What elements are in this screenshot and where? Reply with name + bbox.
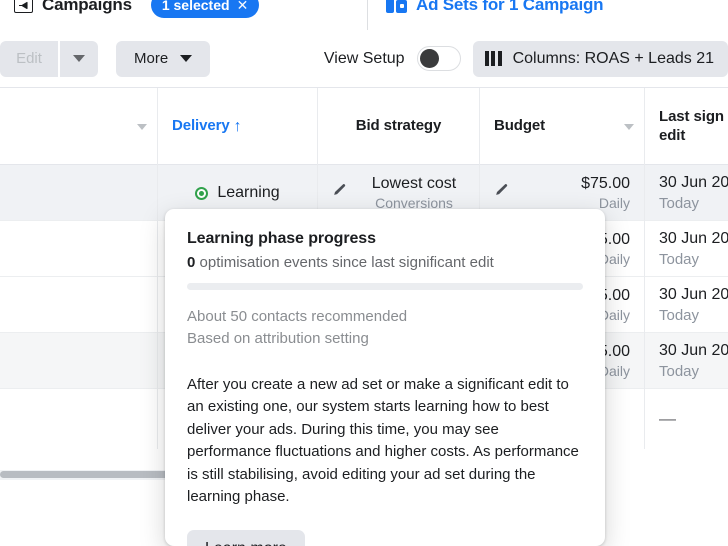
delivery-status-label: Learning	[217, 184, 280, 201]
tooltip-body: After you create a new ad set or make a …	[187, 375, 579, 506]
cell-ad-set-name[interactable]: t Int	[0, 277, 158, 333]
tooltip-events-line: 0 optimisation events since last signifi…	[187, 254, 583, 271]
columns-button[interactable]: Columns: ROAS + Leads 21	[472, 40, 728, 77]
cell-last-significant-edit: 30 Jun 20 Today	[645, 277, 728, 333]
last-edit-date: 30 Jun 20	[659, 174, 728, 191]
column-header-delivery-label: Delivery	[172, 117, 230, 135]
toolbar: Edit More View Setup Columns: ROAS + Lea…	[0, 30, 728, 88]
learning-phase-tooltip: Learning phase progress 0 optimisation e…	[165, 209, 605, 546]
tab-adsets[interactable]: Ad Sets for 1 Campaign	[372, 0, 728, 30]
last-edit-date: 30 Jun 20	[659, 230, 728, 247]
row-actions[interactable]: it ( Duplicate	[0, 195, 143, 213]
ad-set-name-link[interactable]: d Int	[0, 173, 143, 193]
learn-more-button[interactable]: Learn more	[187, 529, 305, 546]
status-learning-icon	[195, 186, 209, 200]
pencil-icon[interactable]	[494, 183, 509, 203]
columns-button-label: Columns: ROAS + Leads 21	[512, 49, 714, 67]
column-header-bid-strategy[interactable]: Bid strategy	[318, 88, 480, 165]
budget-values: $75.00 Daily	[581, 175, 630, 211]
column-header-name[interactable]	[0, 88, 158, 165]
chevron-down-icon	[73, 55, 85, 62]
ad-set-name-link[interactable]: ked Int	[0, 352, 143, 370]
cell-last-significant-edit: —	[645, 389, 728, 449]
cell-ad-set-name[interactable]	[0, 221, 158, 277]
close-icon[interactable]: ✕	[237, 0, 249, 12]
table-header-row: Delivery ↑ Bid strategy Budget Last sign…	[0, 88, 728, 165]
last-edit-relative: Today	[659, 195, 700, 212]
cell-last-significant-edit: 30 Jun 20 Today	[645, 333, 728, 389]
tab-adsets-label: Ad Sets for 1 Campaign	[416, 0, 604, 14]
last-edit-relative: Today	[659, 307, 700, 324]
bid-strategy-value: Lowest cost	[371, 175, 457, 192]
last-edit-relative: Today	[659, 251, 700, 268]
chevron-down-icon[interactable]	[137, 123, 147, 130]
learning-progress-bar	[187, 283, 583, 290]
tooltip-note-line1: About 50 contacts recommended	[187, 308, 408, 325]
cell-last-significant-edit: 30 Jun 20 Today	[645, 165, 728, 221]
view-setup-toggle[interactable]	[416, 46, 461, 71]
cell-last-significant-edit: 30 Jun 20 Today	[645, 221, 728, 277]
tooltip-title: Learning phase progress	[187, 230, 376, 247]
selected-count-pill[interactable]: 1 selected ✕	[150, 0, 260, 18]
tab-strip: Campaigns 1 selected ✕ Ad Sets for 1 Cam…	[0, 0, 728, 30]
more-button-label: More	[134, 50, 169, 67]
campaign-icon	[14, 0, 33, 13]
column-header-budget-label: Budget	[494, 117, 546, 135]
empty-value-dash: —	[659, 409, 676, 428]
optimisation-events-text: optimisation events since last significa…	[195, 254, 494, 271]
cell-ad-set-name[interactable]: ked Int	[0, 333, 158, 389]
ad-set-name-link[interactable]: t Int	[0, 296, 143, 314]
adset-icon	[386, 0, 407, 13]
column-header-delivery[interactable]: Delivery ↑	[158, 88, 318, 165]
tooltip-note-line2: Based on attribution setting	[187, 329, 369, 347]
last-edit-date: 30 Jun 20	[659, 342, 728, 359]
tab-campaigns-label: Campaigns	[42, 0, 132, 14]
cell-ad-set-name	[0, 389, 158, 449]
chevron-down-icon	[180, 55, 193, 62]
tooltip-note: About 50 contacts recommended Based on a…	[187, 306, 583, 350]
more-button[interactable]: More	[116, 40, 211, 77]
budget-amount: $75.00	[581, 175, 630, 192]
cell-ad-set-name[interactable]: d Int it (	[0, 165, 158, 221]
column-header-budget[interactable]: Budget	[480, 88, 645, 165]
column-header-last-significant-edit[interactable]: Last sign edit	[645, 88, 728, 165]
view-setup-control[interactable]: View Setup	[324, 46, 461, 71]
tab-campaigns[interactable]: Campaigns 1 selected ✕	[0, 0, 368, 30]
ads-manager-screen: Campaigns 1 selected ✕ Ad Sets for 1 Cam…	[0, 0, 728, 546]
chevron-down-icon[interactable]	[624, 123, 634, 130]
columns-icon	[484, 51, 502, 66]
budget-inner: $75.00 Daily	[494, 175, 630, 211]
last-edit-date: 30 Jun 20	[659, 286, 728, 303]
selected-count-label: 1 selected	[161, 0, 230, 13]
toggle-knob	[419, 49, 439, 68]
view-setup-label: View Setup	[323, 49, 405, 67]
column-header-last-significant-edit-label: Last sign edit	[659, 107, 724, 144]
pencil-icon[interactable]	[332, 183, 347, 203]
bid-strategy-values: Lowest cost Conversions	[363, 175, 465, 211]
sort-ascending-icon: ↑	[233, 117, 242, 135]
edit-dropdown-button[interactable]	[60, 40, 98, 77]
last-edit-relative: Today	[659, 363, 700, 380]
edit-button[interactable]: Edit	[0, 40, 58, 77]
column-header-bid-strategy-label: Bid strategy	[355, 117, 442, 135]
